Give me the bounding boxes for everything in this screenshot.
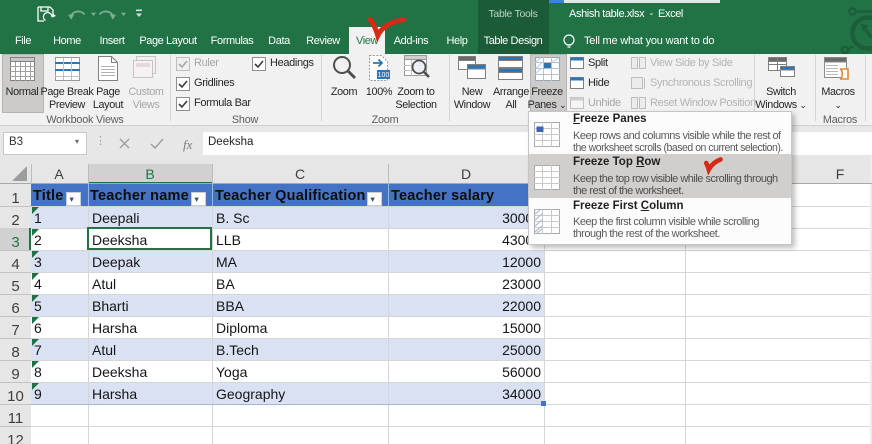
- svg-text:fx: fx: [183, 137, 193, 152]
- svg-text:100: 100: [378, 72, 390, 79]
